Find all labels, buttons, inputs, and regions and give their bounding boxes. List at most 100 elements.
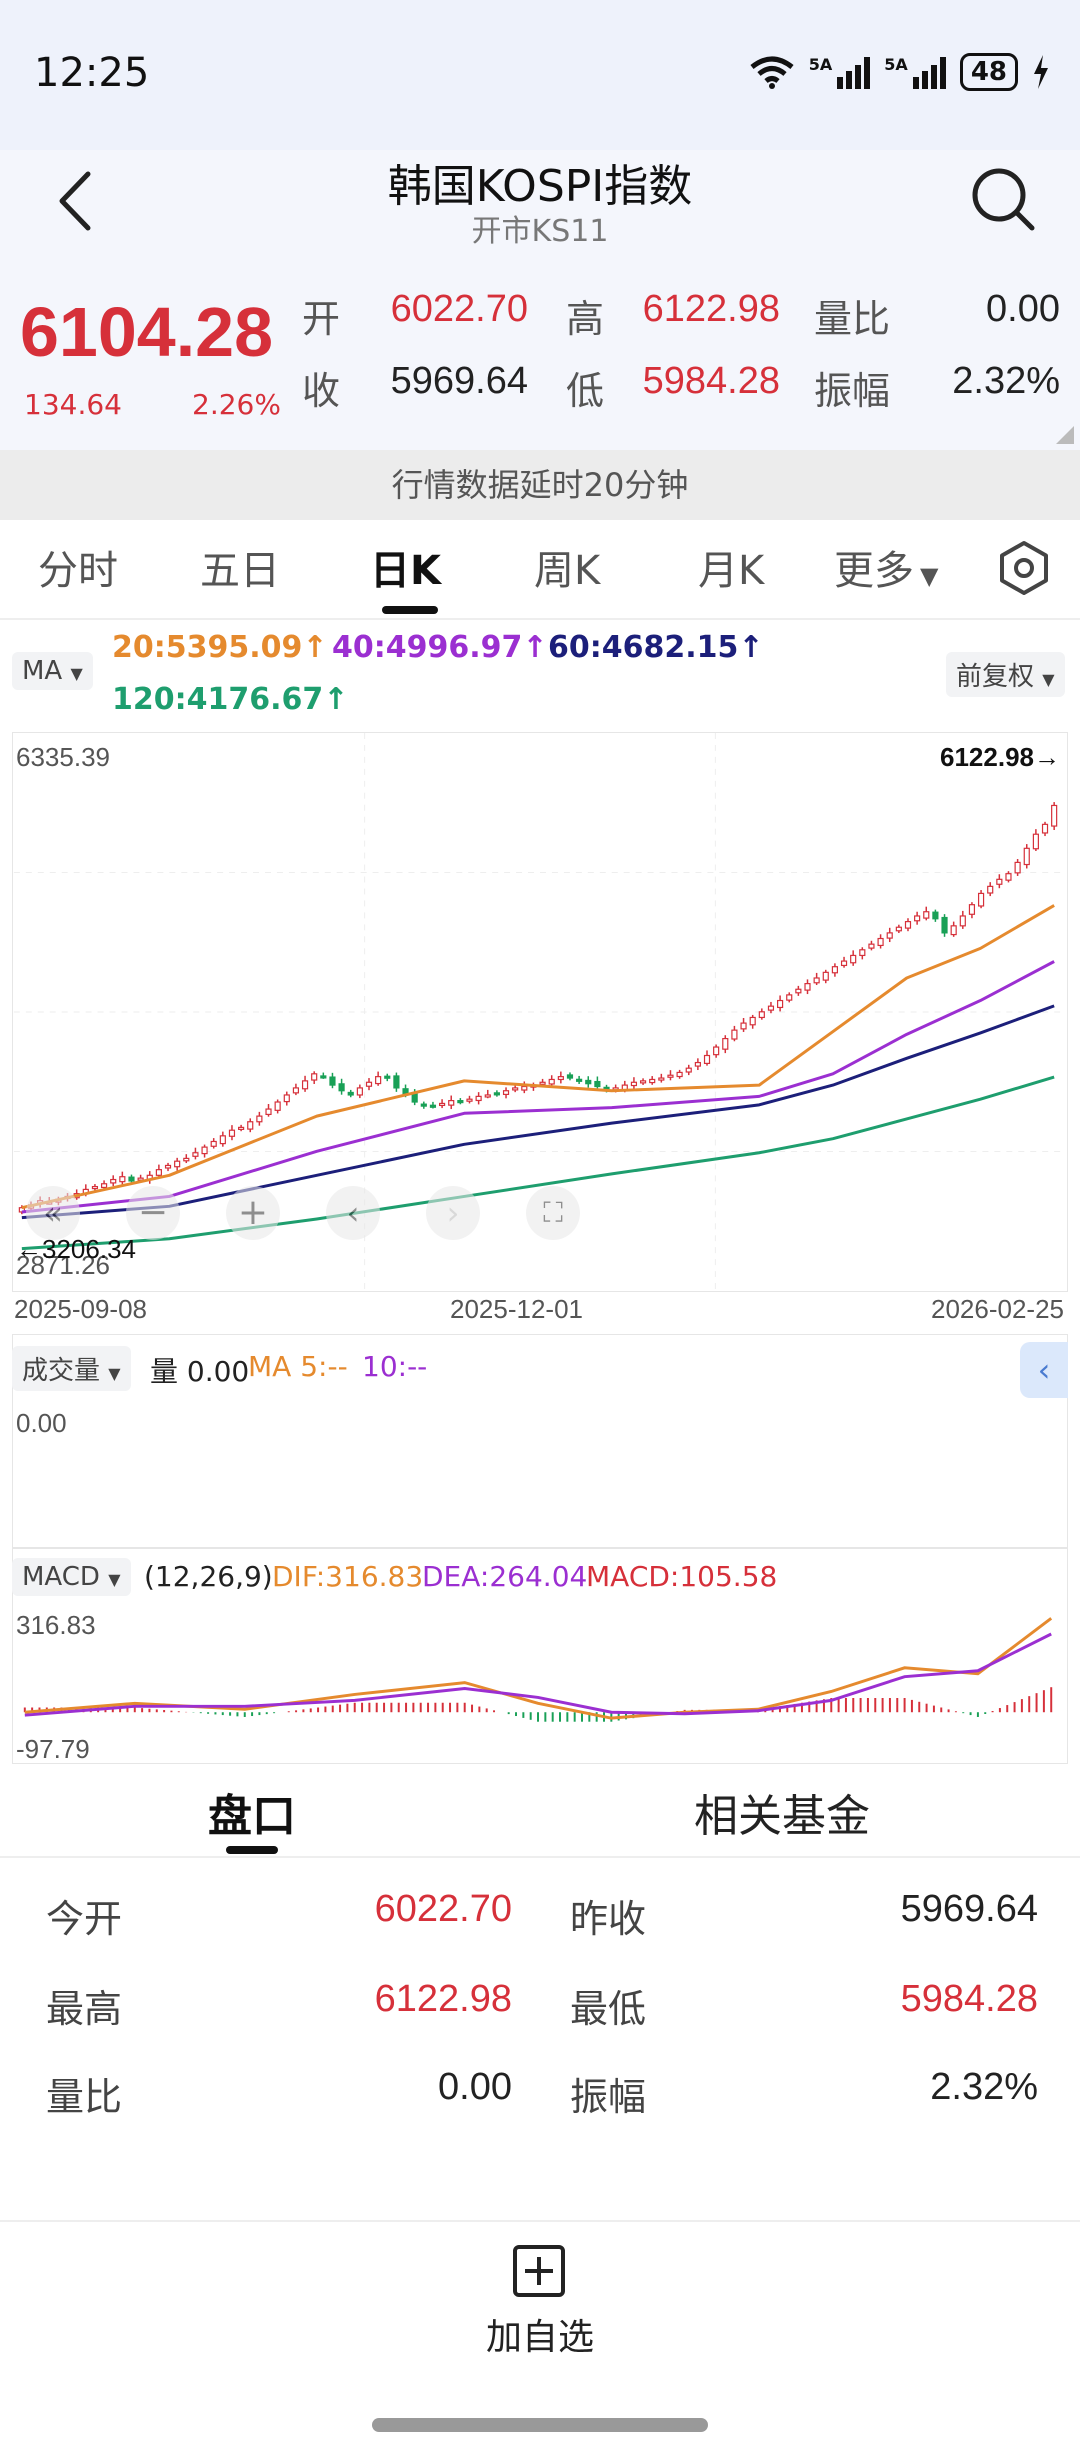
wifi-icon	[750, 56, 794, 89]
candle-body	[155, 1169, 162, 1176]
home-indicator	[372, 2418, 708, 2432]
candle-body	[457, 1100, 464, 1104]
amplitude-value: 2.32%	[952, 360, 1060, 402]
adjust-selector[interactable]: 前复权 ▼	[946, 652, 1065, 697]
low-label: 低	[566, 369, 605, 413]
candle-body	[201, 1146, 208, 1155]
candle-body	[292, 1087, 300, 1094]
fullscreen-icon[interactable]: ⛶	[526, 1186, 580, 1240]
scroll-left-icon[interactable]: ‹	[326, 1186, 380, 1240]
header: 韩国KOSPI指数 开市KS11	[0, 150, 1080, 260]
ma-selector[interactable]: MA ▼	[12, 652, 93, 690]
price-change: 134.64	[24, 388, 122, 421]
macd-min-label: -97.79	[16, 1734, 90, 1764]
candle-body	[977, 892, 985, 907]
candle-body	[311, 1073, 318, 1081]
high-label: 高	[566, 297, 605, 341]
tab-related-funds[interactable]: 相关基金	[694, 1780, 870, 1844]
candle-body	[119, 1176, 126, 1183]
candle-body	[429, 1104, 437, 1108]
candle-body	[703, 1054, 711, 1064]
candle-body	[1005, 873, 1012, 881]
active-tab-indicator	[382, 606, 438, 614]
status-time: 12:25	[34, 50, 150, 96]
candle-body	[950, 925, 957, 936]
chevron-down-icon: ▼	[1042, 670, 1055, 689]
candle-body	[283, 1094, 290, 1103]
tab-daily-k[interactable]: 日K	[370, 538, 441, 596]
candle-body	[557, 1076, 564, 1081]
chevron-down-icon: ▼	[108, 1364, 121, 1383]
candle-body	[256, 1115, 263, 1123]
vol-ratio-value: 0.00	[986, 288, 1060, 330]
candle-body	[375, 1076, 382, 1085]
add-watchlist-icon[interactable]	[512, 2244, 566, 2298]
settings-icon[interactable]	[996, 540, 1052, 596]
price-change-pct: 2.26%	[192, 388, 281, 421]
back-arrow-icon[interactable]	[48, 166, 108, 236]
candle-body	[667, 1074, 674, 1078]
tab-weekly-k[interactable]: 周K	[534, 538, 600, 596]
volume-selector[interactable]: 成交量 ▼	[12, 1346, 131, 1391]
charging-icon	[1034, 55, 1048, 89]
signal-icon-2: 5A	[884, 55, 946, 89]
ma-selector-label: MA	[22, 656, 63, 686]
macd-params: (12,26,9)	[144, 1560, 273, 1593]
scroll-start-icon[interactable]: «	[26, 1186, 80, 1240]
candle-body	[649, 1078, 656, 1084]
tab-more[interactable]: 更多 ▼	[834, 538, 938, 596]
zoom-in-icon[interactable]: +	[226, 1186, 280, 1240]
tab-monthly-k[interactable]: 月K	[698, 538, 764, 596]
adjust-selector-label: 前复权	[956, 662, 1035, 692]
tab-intraday[interactable]: 分时	[38, 538, 118, 596]
chart-max-label: 6335.39	[16, 742, 110, 772]
tab-order-book[interactable]: 盘口	[208, 1780, 296, 1844]
candle-body	[174, 1160, 181, 1168]
status-bar: 12:25 5A 5A 48	[0, 0, 1080, 150]
candle-body	[630, 1081, 638, 1087]
macd-selector[interactable]: MACD ▼	[12, 1558, 131, 1596]
search-icon[interactable]	[968, 164, 1038, 234]
candle-body	[767, 1005, 775, 1011]
candle-body	[365, 1081, 373, 1087]
zoom-out-icon[interactable]: −	[126, 1186, 180, 1240]
candle-body	[128, 1176, 135, 1182]
delay-notice: 行情数据延时20分钟	[0, 450, 1080, 520]
signal-icon-1: 5A	[809, 55, 871, 89]
volume-legend: 量 0.00	[150, 1355, 250, 1388]
candle-body	[658, 1077, 665, 1081]
candle-body	[393, 1075, 400, 1089]
candle-body	[968, 904, 976, 915]
x-label-end: 2026-02-25	[931, 1294, 1064, 1324]
candle-body	[576, 1078, 583, 1082]
candlesticks	[18, 802, 1058, 1215]
macd-selector-label: MACD	[22, 1562, 100, 1592]
add-watchlist-button[interactable]: 加自选	[0, 2308, 1080, 2360]
candle-body	[238, 1126, 245, 1130]
detail-key: 振幅	[570, 2075, 647, 2119]
detail-tabs: 盘口 相关基金	[0, 1770, 1080, 1860]
candle-body	[320, 1075, 327, 1079]
ma60-legend: 60:4682.15↑	[548, 630, 764, 665]
macd-max-label: 316.83	[16, 1610, 96, 1640]
collapse-panel-icon[interactable]: ‹	[1020, 1342, 1068, 1398]
candle-body	[183, 1157, 190, 1162]
tab-five-day[interactable]: 五日	[200, 538, 280, 596]
open-label: 开	[302, 297, 341, 341]
candle-body	[438, 1102, 446, 1107]
macd-dea: DEA:264.04	[422, 1560, 588, 1593]
candle-body	[941, 916, 948, 934]
candle-body	[548, 1078, 555, 1085]
ma40-legend: 40:4996.97↑	[332, 630, 548, 665]
scroll-right-icon[interactable]: ›	[426, 1186, 480, 1240]
candle-body	[987, 885, 994, 894]
volume-ma10: 10:--	[362, 1350, 428, 1383]
candle-body	[512, 1087, 519, 1091]
page-title: 韩国KOSPI指数	[387, 161, 693, 212]
candle-body	[904, 921, 912, 929]
detail-key: 量比	[46, 2075, 123, 2119]
bottom-action-bar: 加自选	[0, 2220, 1080, 2449]
candle-body	[959, 915, 966, 927]
candle-body	[1032, 833, 1039, 850]
macd-value: MACD:105.58	[586, 1560, 778, 1593]
